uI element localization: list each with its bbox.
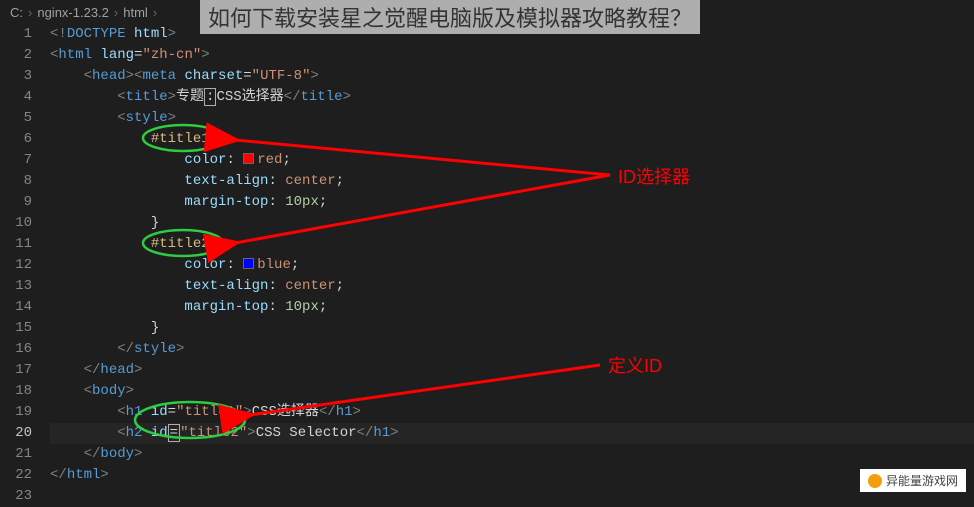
code-line: <title>专题:CSS选择器</title> <box>50 87 974 108</box>
code-line: </html> <box>50 465 974 486</box>
code-line: color: red; <box>50 150 974 171</box>
watermark-icon <box>868 474 882 488</box>
color-swatch-icon <box>243 258 254 269</box>
code-line: <html lang="zh-cn"> <box>50 45 974 66</box>
code-line: <head><meta charset="UTF-8"> <box>50 66 974 87</box>
watermark: 异能量游戏网 <box>860 469 966 492</box>
code-line: <body> <box>50 381 974 402</box>
breadcrumb-folder[interactable]: html <box>123 5 148 20</box>
annotation-label: 定义ID <box>608 352 662 378</box>
chevron-right-icon: › <box>153 5 157 20</box>
breadcrumb-drive[interactable]: C: <box>10 5 23 20</box>
code-line: #title1{ <box>50 129 974 150</box>
chevron-right-icon: › <box>114 5 118 20</box>
code-line: margin-top: 10px; <box>50 192 974 213</box>
code-line <box>50 486 974 507</box>
line-gutter: 1234567891011121314151617181920212223 <box>0 24 50 507</box>
annotation-label: ID选择器 <box>618 163 690 189</box>
code-line: <h2 id="title2">CSS Selector</h1> <box>50 423 974 444</box>
code-line: } <box>50 318 974 339</box>
chevron-right-icon: › <box>28 5 32 20</box>
color-swatch-icon <box>243 153 254 164</box>
code-line: </body> <box>50 444 974 465</box>
breadcrumb-folder[interactable]: nginx-1.23.2 <box>37 5 109 20</box>
code-editor[interactable]: 1234567891011121314151617181920212223 <!… <box>0 24 974 507</box>
code-line: <style> <box>50 108 974 129</box>
code-line: </style> <box>50 339 974 360</box>
code-line: text-align: center; <box>50 276 974 297</box>
overlay-title: 如何下载安装星之觉醒电脑版及模拟器攻略教程？ <box>200 0 700 34</box>
code-content[interactable]: <!DOCTYPE html> <html lang="zh-cn"> <hea… <box>50 24 974 507</box>
code-line: <h1 id="title1">CSS选择器</h1> <box>50 402 974 423</box>
code-line: </head> <box>50 360 974 381</box>
code-line: color: blue; <box>50 255 974 276</box>
code-line: text-align: center; <box>50 171 974 192</box>
code-line: } <box>50 213 974 234</box>
code-line: margin-top: 10px; <box>50 297 974 318</box>
code-line: #title2{ <box>50 234 974 255</box>
